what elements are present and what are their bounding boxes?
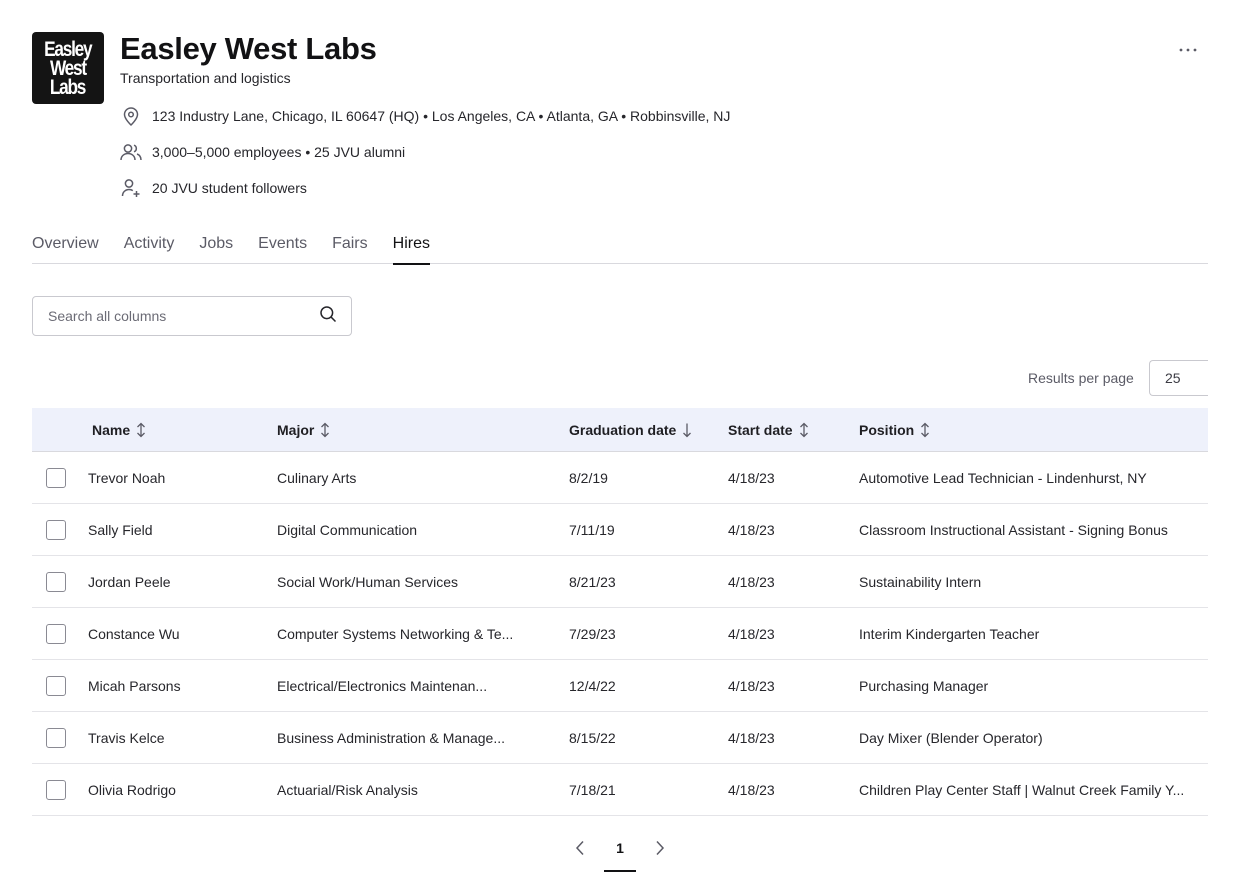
cell-start-date: 4/18/23 (728, 469, 775, 486)
cell-start-date: 4/18/23 (728, 729, 775, 746)
company-tabs: Overview Activity Jobs Events Fairs Hire… (32, 226, 1208, 265)
logo-line: Labs (50, 75, 87, 99)
cell-name: Micah Parsons (88, 677, 181, 694)
cell-name: Jordan Peele (88, 573, 171, 590)
cell-position: Automotive Lead Technician - Lindenhurst… (859, 469, 1147, 486)
cell-name: Travis Kelce (88, 729, 165, 746)
tab-hires[interactable]: Hires (392, 226, 431, 265)
tab-jobs[interactable]: Jobs (199, 226, 233, 264)
chevron-left-icon (575, 840, 584, 856)
column-header-position[interactable]: Position (859, 408, 930, 452)
hires-table: Name Major Graduation date Start date Po… (32, 408, 1208, 816)
cell-position: Purchasing Manager (859, 677, 989, 694)
user-plus-icon (120, 177, 142, 199)
pagination: 1 (0, 832, 1240, 872)
table-row: Micah Parsons Electrical/Electronics Mai… (32, 660, 1208, 712)
search-icon[interactable] (319, 305, 337, 328)
previous-page-button[interactable] (570, 838, 590, 858)
cell-position: Children Play Center Staff | Walnut Cree… (859, 781, 1185, 798)
column-header-name[interactable]: Name (92, 408, 146, 452)
column-header-major[interactable]: Major (277, 408, 330, 452)
company-logo: Easley West Labs (32, 32, 104, 104)
row-checkbox[interactable] (46, 468, 66, 488)
cell-major: Electrical/Electronics Maintenan... (277, 677, 488, 694)
cell-start-date: 4/18/23 (728, 781, 775, 798)
cell-graduation-date: 8/15/22 (569, 729, 616, 746)
search-box (32, 296, 352, 336)
table-row: Sally Field Digital Communication 7/11/1… (32, 504, 1208, 556)
followers-text: 20 JVU student followers (152, 180, 307, 196)
tab-fairs[interactable]: Fairs (332, 226, 368, 264)
cell-major: Actuarial/Risk Analysis (277, 781, 418, 798)
column-label: Major (277, 422, 315, 438)
cell-name: Sally Field (88, 521, 153, 538)
table-row: Travis Kelce Business Administration & M… (32, 712, 1208, 764)
company-name: Easley West Labs (120, 31, 377, 66)
cell-graduation-date: 12/4/22 (569, 677, 616, 694)
column-label: Name (92, 422, 131, 438)
table-row: Olivia Rodrigo Actuarial/Risk Analysis 7… (32, 764, 1208, 816)
column-label: Start date (728, 422, 793, 438)
cell-start-date: 4/18/23 (728, 625, 775, 642)
tab-events[interactable]: Events (258, 226, 307, 264)
table-header: Name Major Graduation date Start date Po… (32, 408, 1208, 452)
cell-name: Olivia Rodrigo (88, 781, 176, 798)
arrow-down-icon (682, 422, 692, 438)
table-row: Jordan Peele Social Work/Human Services … (32, 556, 1208, 608)
tab-overview[interactable]: Overview (32, 226, 99, 264)
column-header-start-date[interactable]: Start date (728, 408, 809, 452)
results-per-page-select[interactable]: 25 (1149, 360, 1208, 396)
cell-graduation-date: 7/11/19 (569, 521, 615, 538)
company-locations: 123 Industry Lane, Chicago, IL 60647 (HQ… (120, 105, 730, 127)
row-checkbox[interactable] (46, 780, 66, 800)
next-page-button[interactable] (650, 838, 670, 858)
cell-start-date: 4/18/23 (728, 677, 775, 694)
cell-position: Day Mixer (Blender Operator) (859, 729, 1043, 746)
table-row: Trevor Noah Culinary Arts 8/2/19 4/18/23… (32, 452, 1208, 504)
users-icon (120, 141, 142, 163)
cell-major: Digital Communication (277, 521, 418, 538)
column-label: Graduation date (569, 422, 677, 438)
locations-text: 123 Industry Lane, Chicago, IL 60647 (HQ… (152, 108, 731, 124)
results-per-page-label: Results per page (1028, 370, 1134, 386)
cell-major: Social Work/Human Services (277, 573, 459, 590)
cell-graduation-date: 8/21/23 (569, 573, 616, 590)
cell-major: Culinary Arts (277, 469, 357, 486)
row-checkbox[interactable] (46, 572, 66, 592)
more-options-button[interactable] (1174, 36, 1202, 64)
cell-start-date: 4/18/23 (728, 521, 775, 538)
sort-icon (920, 422, 930, 438)
cell-name: Trevor Noah (88, 469, 166, 486)
sort-icon (799, 422, 809, 438)
cell-graduation-date: 7/29/23 (569, 625, 616, 642)
row-checkbox[interactable] (46, 676, 66, 696)
row-checkbox[interactable] (46, 520, 66, 540)
table-row: Constance Wu Computer Systems Networking… (32, 608, 1208, 660)
cell-graduation-date: 7/18/21 (569, 781, 616, 798)
company-industry: Transportation and logistics (120, 70, 291, 86)
cell-position: Sustainability Intern (859, 573, 982, 590)
tab-activity[interactable]: Activity (124, 226, 175, 264)
map-pin-icon (120, 105, 142, 127)
company-followers: 20 JVU student followers (120, 177, 307, 199)
cell-position: Classroom Instructional Assistant - Sign… (859, 521, 1168, 538)
cell-position: Interim Kindergarten Teacher (859, 625, 1040, 642)
sort-icon (136, 422, 146, 438)
page-number-current[interactable]: 1 (604, 832, 636, 872)
company-size: 3,000–5,000 employees • 25 JVU alumni (120, 141, 405, 163)
row-checkbox[interactable] (46, 728, 66, 748)
cell-graduation-date: 8/2/19 (569, 469, 608, 486)
cell-major: Business Administration & Manage... (277, 729, 506, 746)
employees-text: 3,000–5,000 employees • 25 JVU alumni (152, 144, 406, 160)
search-input[interactable] (48, 308, 319, 324)
column-label: Position (859, 422, 915, 438)
cell-major: Computer Systems Networking & Te... (277, 625, 514, 642)
cell-name: Constance Wu (88, 625, 180, 642)
column-header-graduation-date[interactable]: Graduation date (569, 408, 692, 452)
chevron-right-icon (656, 840, 665, 856)
cell-start-date: 4/18/23 (728, 573, 775, 590)
more-horizontal-icon (1179, 48, 1197, 52)
row-checkbox[interactable] (46, 624, 66, 644)
sort-icon (320, 422, 330, 438)
